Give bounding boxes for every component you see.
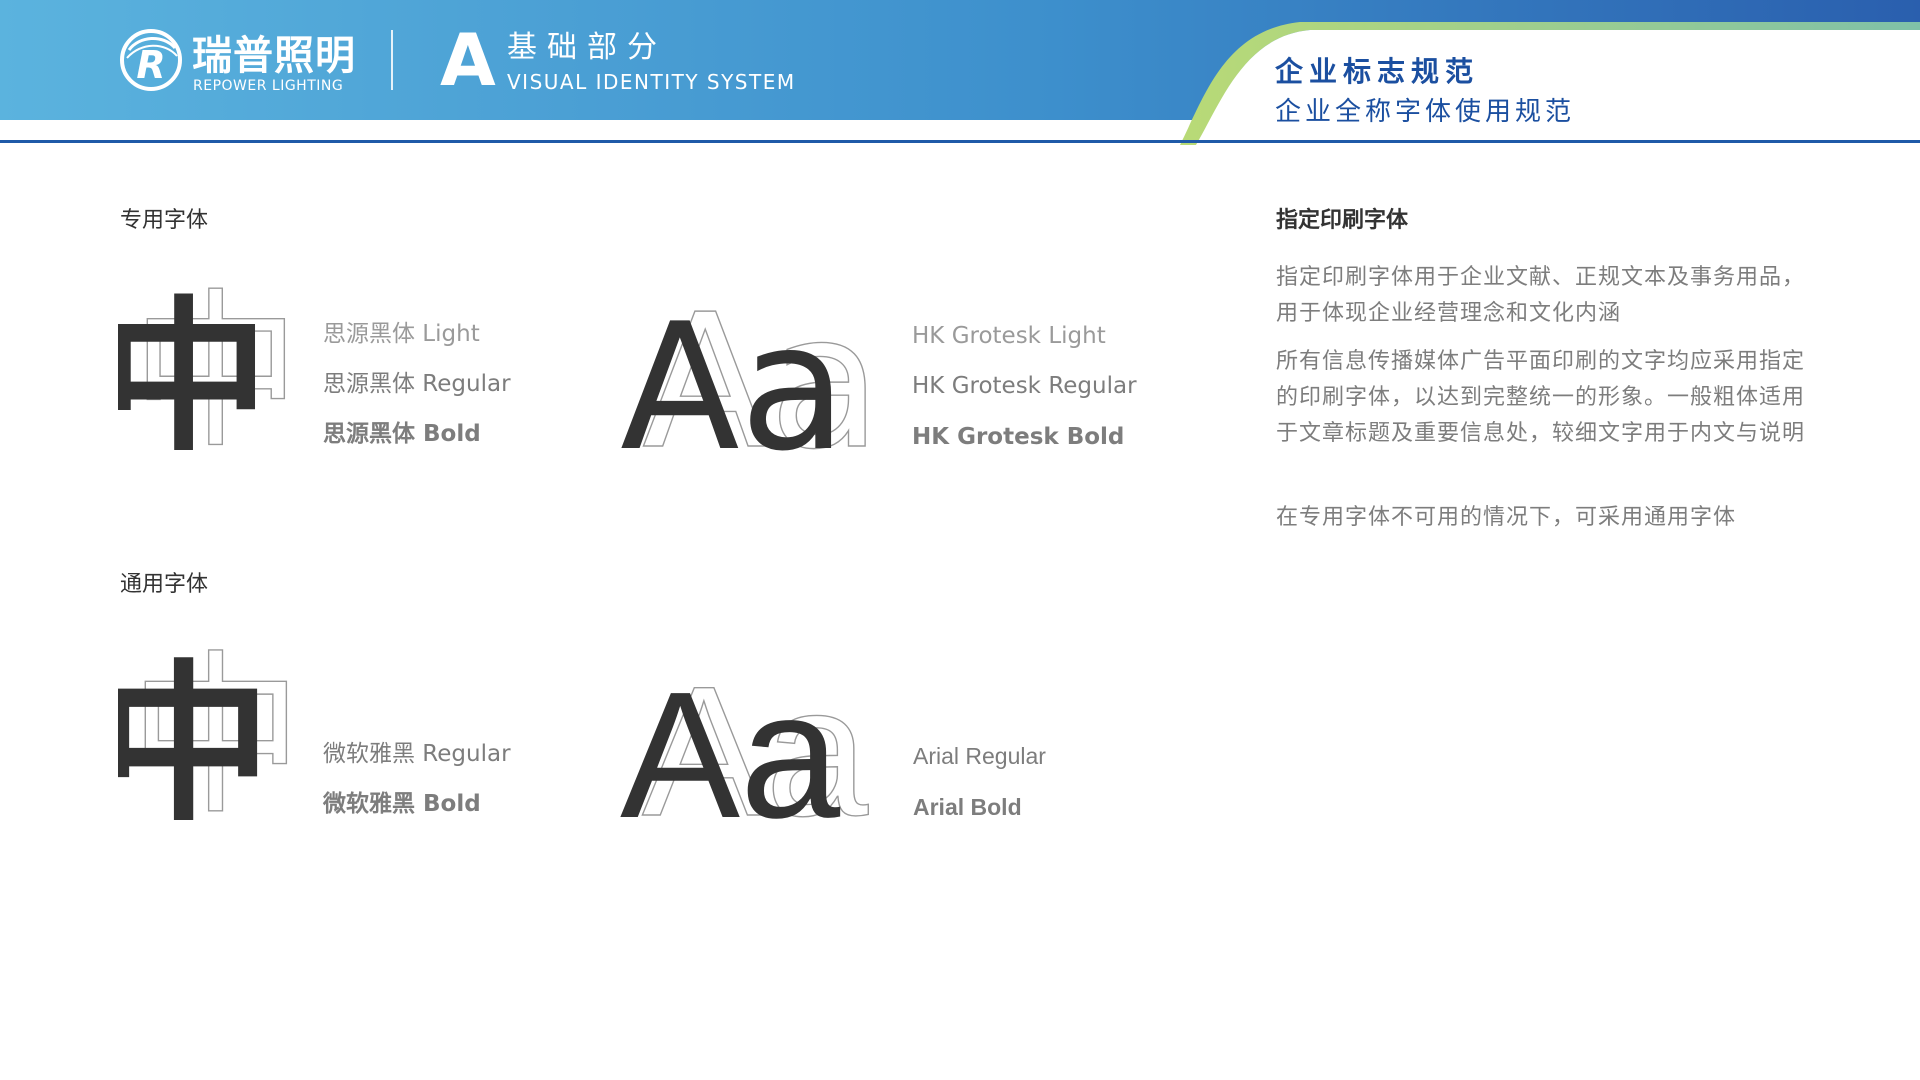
brand-name-cn: 瑞普照明	[192, 33, 356, 79]
chapter-title: 企业标志规范	[1275, 55, 1480, 88]
repower-logo-icon: R	[120, 29, 182, 91]
logo-letter: R	[136, 43, 165, 87]
general-en-glyph-specimen: Aa Aa	[620, 665, 869, 835]
general-cn-font-bold: 微软雅黑 Bold	[323, 791, 481, 817]
dedicated-en-font-bold: HK Grotesk Bold	[912, 424, 1125, 450]
cn-glyph-solid: 中	[118, 646, 272, 820]
general-cn-glyph-specimen: 中 中	[118, 645, 288, 820]
dedicated-cn-font-light: 思源黑体 Light	[323, 321, 480, 347]
description-paragraph-3: 在专用字体不可用的情况下，可采用通用字体	[1276, 505, 1737, 530]
general-en-font-regular: Arial Regular	[913, 743, 1046, 769]
dedicated-en-font-regular: HK Grotesk Regular	[912, 373, 1137, 399]
brand-name-en: REPOWER LIGHTING	[193, 78, 344, 94]
general-en-font-bold: Arial Bold	[913, 794, 1022, 820]
dedicated-cn-glyph-specimen: 中 中	[118, 285, 288, 450]
header-banner: R 瑞普照明 REPOWER LIGHTING A 基础部分 VISUAL ID…	[0, 0, 1920, 145]
page: R 瑞普照明 REPOWER LIGHTING A 基础部分 VISUAL ID…	[0, 0, 1920, 1080]
header-divider	[391, 30, 393, 90]
cn-glyph-solid: 中	[118, 285, 269, 450]
chapter-subtitle: 企业全称字体使用规范	[1275, 97, 1576, 127]
section-title-en: VISUAL IDENTITY SYSTEM	[507, 70, 796, 94]
general-fonts-label: 通用字体	[120, 572, 209, 597]
section-title-cn: 基础部分	[507, 30, 667, 65]
en-glyph-solid: Aa	[620, 665, 841, 835]
general-cn-font-regular: 微软雅黑 Regular	[323, 741, 511, 767]
description-title: 指定印刷字体	[1276, 208, 1409, 233]
dedicated-cn-font-bold: 思源黑体 Bold	[323, 421, 481, 447]
section-letter: A	[440, 18, 496, 102]
description-paragraph-1: 指定印刷字体用于企业文献、正规文本及事务用品，用于体现企业经营理念和文化内涵	[1276, 265, 1806, 326]
en-glyph-solid: Aa	[620, 290, 847, 455]
description-paragraph-2: 所有信息传播媒体广告平面印刷的文字均应采用指定的印刷字体，以达到完整统一的形象。…	[1276, 349, 1806, 446]
dedicated-en-glyph-specimen: Aa Aa	[620, 290, 880, 455]
dedicated-en-font-light: HK Grotesk Light	[912, 323, 1106, 349]
dedicated-cn-font-regular: 思源黑体 Regular	[323, 371, 511, 397]
dedicated-fonts-label: 专用字体	[120, 208, 209, 233]
